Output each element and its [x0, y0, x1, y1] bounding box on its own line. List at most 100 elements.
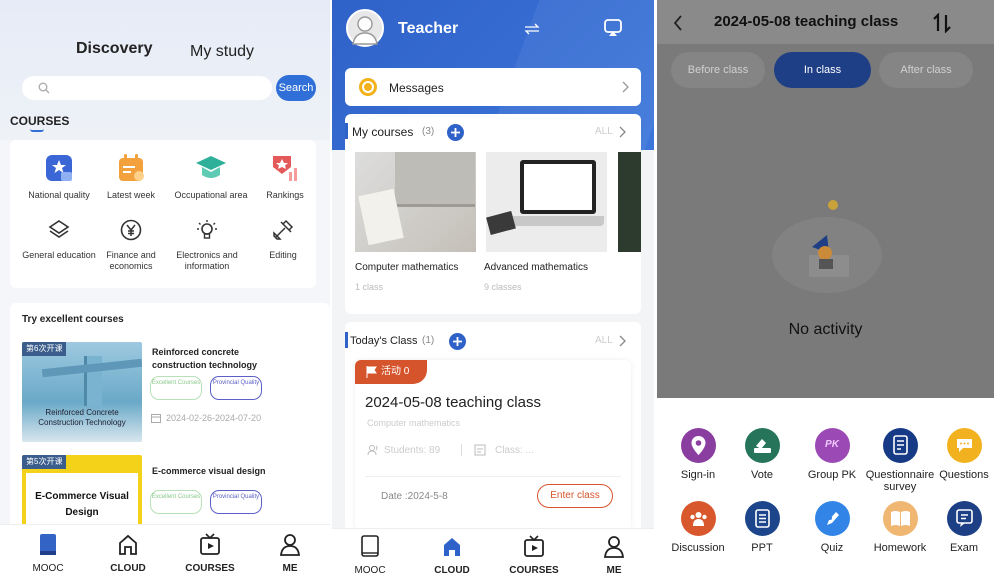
tool-label: Discussion — [671, 542, 725, 554]
my-courses-card: My courses (3) ALL Computer mathematics … — [345, 114, 641, 314]
tab-discovery[interactable]: Discovery — [76, 40, 153, 58]
category-label: Occupational area — [174, 190, 248, 200]
course-badge: 第6次开课 — [22, 342, 67, 356]
search-input[interactable] — [22, 76, 272, 100]
category-general-education[interactable]: General education — [20, 218, 98, 261]
course-badge: 第5次开课 — [22, 455, 67, 469]
tool-label: Exam — [949, 542, 979, 554]
vote-icon — [744, 428, 780, 463]
tool-homework[interactable]: Homework — [865, 501, 935, 554]
screen-cast-icon[interactable] — [603, 18, 623, 38]
nav-me[interactable]: ME — [260, 533, 320, 574]
flag-icon — [366, 366, 377, 378]
calendar-icon — [151, 414, 161, 423]
teacher-panel: Teacher Messages My courses (3) ALL Comp… — [332, 0, 654, 577]
nav-courses[interactable]: COURSES — [180, 533, 240, 574]
ppt-icon — [744, 501, 780, 536]
class-card[interactable]: 活动 0 2024-05-08 teaching class Computer … — [355, 360, 631, 530]
class-date: Date :2024-5-8 — [381, 491, 448, 502]
segment-before-class[interactable]: Before class — [671, 52, 765, 88]
book-icon — [40, 534, 56, 555]
bottom-navigation: MOOC CLOUD COURSES ME — [332, 528, 654, 577]
location-pin-icon — [680, 428, 716, 463]
back-icon[interactable] — [673, 15, 683, 31]
avatar[interactable] — [346, 9, 384, 47]
in-class-panel: 2024-05-08 teaching class Before class I… — [657, 0, 994, 577]
category-latest-week[interactable]: Latest week — [92, 152, 170, 201]
segment-in-class[interactable]: In class — [774, 52, 871, 88]
national-quality-icon — [46, 155, 72, 181]
category-electronics-information[interactable]: Electronics and information — [168, 218, 246, 272]
add-course-icon[interactable] — [447, 124, 464, 141]
sort-swap-icon[interactable] — [933, 13, 951, 33]
header-title: Teacher — [398, 20, 459, 37]
tool-vote[interactable]: Vote — [727, 428, 797, 481]
home-icon — [444, 538, 460, 556]
messages-row[interactable]: Messages — [345, 68, 641, 106]
category-occupational-area[interactable]: Occupational area — [172, 152, 250, 201]
nav-mooc[interactable]: MOOC — [18, 533, 78, 574]
course-thumbnail[interactable]: 第5次开课 E-Commerce Visual Design — [22, 455, 142, 525]
tag-excellent: Excellent Courses — [150, 490, 202, 514]
add-class-icon[interactable] — [449, 333, 466, 350]
group-pk-icon: PK — [814, 428, 850, 463]
nav-me[interactable]: ME — [584, 535, 644, 576]
enter-class-button[interactable]: Enter class — [537, 484, 613, 508]
nav-cloud[interactable]: CLOUD — [98, 533, 158, 574]
layers-icon — [48, 220, 70, 238]
search-icon — [38, 82, 50, 94]
nav-mooc[interactable]: MOOC — [340, 535, 400, 576]
category-editing[interactable]: Editing — [244, 218, 322, 261]
tool-questions[interactable]: Questions — [929, 428, 994, 481]
discovery-panel: Discovery My study Search COURSES Nation… — [0, 0, 332, 577]
nav-courses[interactable]: COURSES — [504, 535, 564, 576]
tool-questionnaire[interactable]: Questionnaire survey — [865, 428, 935, 493]
tag-excellent: Excellent Courses — [150, 376, 202, 400]
laptop-base-image — [512, 216, 604, 226]
course-class-count: 9 classes — [484, 282, 522, 292]
course-thumbnail-computer-math[interactable] — [355, 152, 476, 252]
divider — [365, 476, 621, 477]
course-name[interactable]: Computer mathematics — [355, 262, 458, 273]
try-excellent-title: Try excellent courses — [22, 314, 124, 325]
all-courses-link[interactable]: ALL — [595, 126, 613, 137]
search-button[interactable]: Search — [276, 75, 316, 101]
category-label: Electronics and information — [176, 250, 238, 271]
todays-class-card: Today's Class (1) ALL 活动 0 2024-05-08 te… — [345, 322, 641, 532]
bulb-icon — [197, 220, 217, 239]
category-label: Finance and economics — [106, 250, 156, 271]
tool-quiz[interactable]: Quiz — [797, 501, 867, 554]
course-thumbnail-partial[interactable] — [618, 152, 641, 252]
nav-label: ME — [282, 563, 298, 574]
calendar-icon — [119, 154, 144, 181]
tool-discussion[interactable]: Discussion — [663, 501, 733, 554]
course-title[interactable]: Reinforced concrete construction technol… — [152, 346, 272, 372]
category-rankings[interactable]: Rankings — [246, 152, 324, 201]
title-text: 2024-05-08 teaching class — [714, 13, 899, 30]
tool-group-pk[interactable]: PK Group PK — [797, 428, 867, 481]
all-classes-link[interactable]: ALL — [595, 335, 613, 346]
section-marker — [345, 332, 348, 348]
course-date: 2024-02-26-2024-07-20 — [166, 413, 262, 423]
segment-after-class[interactable]: After class — [879, 52, 973, 88]
tag-provincial: Provincial Quality — [210, 376, 262, 400]
pk-glyph: PK — [825, 439, 839, 450]
tab-my-study[interactable]: My study — [190, 43, 254, 61]
category-national-quality[interactable]: National quality — [20, 152, 98, 201]
tool-sign-in[interactable]: Sign-in — [663, 428, 733, 481]
book-icon — [882, 501, 918, 536]
avatar-icon — [352, 16, 378, 45]
switch-icon[interactable] — [524, 23, 540, 35]
course-name[interactable]: Advanced mathematics — [484, 262, 588, 273]
course-thumbnail-advanced-math[interactable] — [486, 152, 607, 252]
exam-icon — [946, 501, 982, 536]
category-finance-economics[interactable]: Finance and economics — [92, 218, 170, 272]
tool-ppt[interactable]: PPT — [727, 501, 797, 554]
course-thumbnail[interactable]: 第6次开课 Reinforced Concrete Construction T… — [22, 342, 142, 442]
keyboard-image — [395, 152, 475, 207]
tool-exam[interactable]: Exam — [929, 501, 994, 554]
category-label: Rankings — [266, 190, 304, 200]
nav-cloud[interactable]: CLOUD — [422, 535, 482, 576]
course-title[interactable]: E-commerce visual design — [152, 465, 282, 478]
chevron-right-icon — [619, 126, 626, 138]
